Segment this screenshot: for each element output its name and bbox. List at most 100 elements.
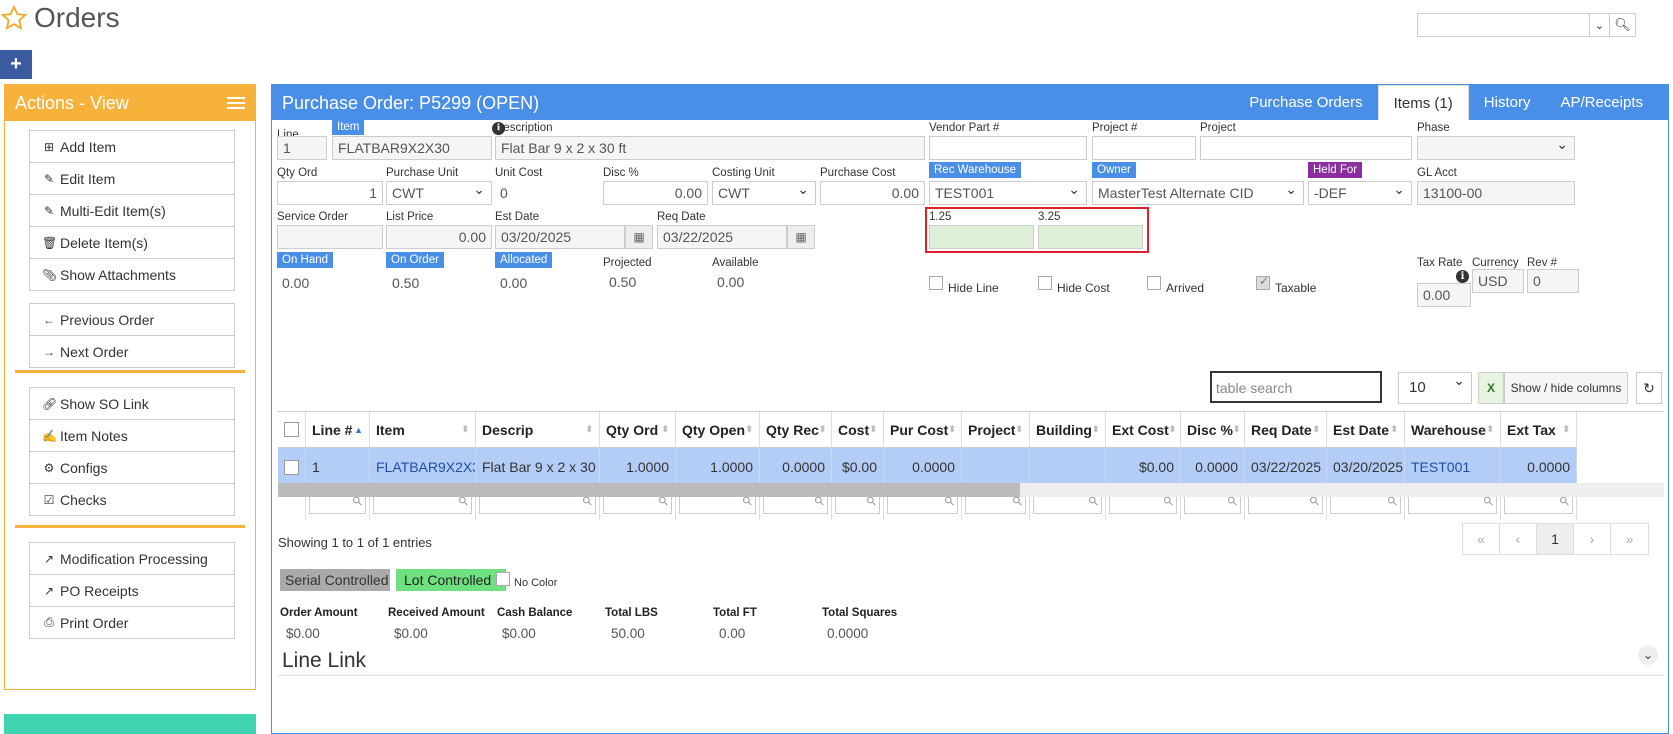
col-disc[interactable]: Disc % ⬍ [1181,412,1245,448]
modification-processing-button[interactable]: ↗ Modification Processing [29,542,235,575]
search-icon[interactable]: 🔍︎ [1609,14,1635,36]
menu-icon[interactable] [227,97,245,109]
configs-button[interactable]: ⚙ Configs [29,451,235,484]
no-color-checkbox[interactable] [496,572,510,586]
req-date-field[interactable]: 03/22/2025 [657,225,787,249]
purchase-unit-select[interactable]: CWT [386,181,492,205]
items-table: Line # ▲ Item ⬍ Descrip ⬍ Qty Ord ⬍ Qty Open… [278,411,1664,525]
col-req-date[interactable]: Req Date ⬍ [1245,412,1327,448]
po-receipts-button[interactable]: ↗ PO Receipts [29,574,235,607]
hide-line-checkbox[interactable] [929,276,943,290]
tab-items[interactable]: Items (1) [1377,85,1469,120]
row-checkbox[interactable] [284,459,299,475]
tab-ap-receipts[interactable]: AP/Receipts [1545,85,1658,120]
cell-item-link[interactable]: FLATBAR9X2X30 [370,448,476,486]
project-no-field[interactable] [1092,136,1196,160]
col-qty-open[interactable]: Qty Open ⬍ [676,412,760,448]
costing-unit-select[interactable]: CWT [712,181,816,205]
col-cost[interactable]: Cost ⬍ [832,412,884,448]
show-so-link-button[interactable]: 🔗︎ Show SO Link [29,387,235,420]
multi-edit-button[interactable]: ✎ Multi-Edit Item(s) [29,194,235,227]
cell-warehouse-link[interactable]: TEST001 [1405,448,1501,486]
secondary-panel-header[interactable] [4,714,256,734]
on-order-label: On Order [386,252,444,268]
gl-acct-field[interactable]: 13100-00 [1417,181,1575,205]
col-descrip[interactable]: Descrip ⬍ [476,412,600,448]
show-hide-columns-button[interactable]: Show / hide columns [1504,372,1628,404]
calendar-icon[interactable]: ▦ [625,225,653,249]
col-line[interactable]: Line # ▲ [306,412,370,448]
global-search-input[interactable] [1418,14,1589,36]
col-item[interactable]: Item ⬍ [370,412,476,448]
col-building[interactable]: Building ⬍ [1030,412,1106,448]
horizontal-scrollbar[interactable] [278,483,1664,497]
hide-cost-checkbox[interactable] [1038,276,1052,290]
refresh-icon[interactable]: ↻ [1636,372,1662,404]
service-order-field[interactable] [277,225,383,249]
owner-select[interactable]: MasterTest Alternate CID [1092,181,1304,205]
held-for-select[interactable]: -DEF [1308,181,1412,205]
tab-history[interactable]: History [1469,85,1546,120]
next-page-button[interactable]: › [1574,524,1611,554]
col-qty-ord[interactable]: Qty Ord ⬍ [600,412,676,448]
scrollbar-thumb[interactable] [278,483,1020,497]
col-ext-tax[interactable]: Ext Tax ⬍ [1501,412,1577,448]
select-all-checkbox[interactable] [284,422,299,437]
col-pur-cost[interactable]: Pur Cost ⬍ [884,412,962,448]
first-page-button[interactable]: « [1463,524,1500,554]
chevron-down-icon[interactable]: ⌄ [1638,645,1658,665]
last-page-button[interactable]: » [1611,524,1648,554]
vendor-part-field[interactable] [929,136,1087,160]
excel-export-icon[interactable]: X [1478,372,1504,404]
disc-field[interactable]: 0.00 [603,181,708,205]
info-icon[interactable]: i [1456,270,1469,283]
rec-warehouse-label: Rec Warehouse [929,162,1022,178]
star-icon[interactable] [0,4,28,32]
table-search-input[interactable]: table search [1210,371,1382,403]
cell-est-date: 03/20/2025 [1327,448,1405,486]
col-est-date[interactable]: Est Date ⬍ [1327,412,1405,448]
arrived-checkbox[interactable] [1147,276,1161,290]
show-attachments-button[interactable]: 📎︎ Show Attachments [29,258,235,291]
taxable-checkbox[interactable] [1256,274,1270,290]
costing-unit-label: Costing Unit [712,167,775,179]
add-order-button[interactable]: + [0,50,32,79]
currency-field[interactable]: USD [1472,269,1524,293]
phase-select[interactable] [1417,136,1575,160]
est-date-field[interactable]: 03/20/2025 [495,225,625,249]
actions-header: Actions - View [5,85,255,121]
tab-purchase-orders[interactable]: Purchase Orders [1234,85,1377,120]
checks-button[interactable]: ☑ Checks [29,483,235,516]
edit-item-button[interactable]: ✎ Edit Item [29,162,235,195]
col-warehouse[interactable]: Warehouse ⬍ [1405,412,1501,448]
next-order-button[interactable]: → Next Order [29,335,235,368]
delete-item-button[interactable]: 🗑︎ Delete Item(s) [29,226,235,259]
service-order-label: Service Order [277,211,348,223]
pagination: « ‹ 1 › » [1462,523,1649,555]
description-field[interactable]: Flat Bar 9 x 2 x 30 ft [495,136,925,160]
page-1-button[interactable]: 1 [1537,524,1574,554]
col-qty-rec[interactable]: Qty Rec ⬍ [760,412,832,448]
gl-acct-label: GL Acct [1417,167,1457,179]
rec-warehouse-select[interactable]: TEST001 [929,181,1087,205]
prev-page-button[interactable]: ‹ [1500,524,1537,554]
item-notes-button[interactable]: ✍ Item Notes [29,419,235,452]
previous-order-button[interactable]: ← Previous Order [29,303,235,336]
calendar-icon[interactable]: ▦ [787,225,815,249]
col-ext-cost[interactable]: Ext Cost ⬍ [1106,412,1181,448]
table-header-row: Line # ▲ Item ⬍ Descrip ⬍ Qty Ord ⬍ Qty Open… [278,412,1577,448]
rev-field[interactable]: 0 [1527,269,1579,293]
purchase-cost-field[interactable]: 0.00 [820,181,925,205]
table-row[interactable]: 1 FLATBAR9X2X30 Flat Bar 9 x 2 x 30 ft 1… [278,448,1577,486]
tax-rate-field[interactable]: 0.00 [1417,283,1471,307]
list-price-field[interactable]: 0.00 [386,225,492,249]
qty-ord-field[interactable]: 1 [277,181,383,205]
col-project[interactable]: Project ⬍ [962,412,1030,448]
chevron-down-icon[interactable]: ⌄ [1589,14,1609,36]
project-field[interactable] [1200,136,1412,160]
add-item-button[interactable]: ⊞ Add Item [29,130,235,163]
print-order-button[interactable]: ⎙ Print Order [29,606,235,639]
line-field[interactable]: 1 [277,136,327,160]
item-field[interactable]: FLATBAR9X2X30 [332,136,492,160]
page-length-select[interactable]: 10 [1398,372,1472,404]
